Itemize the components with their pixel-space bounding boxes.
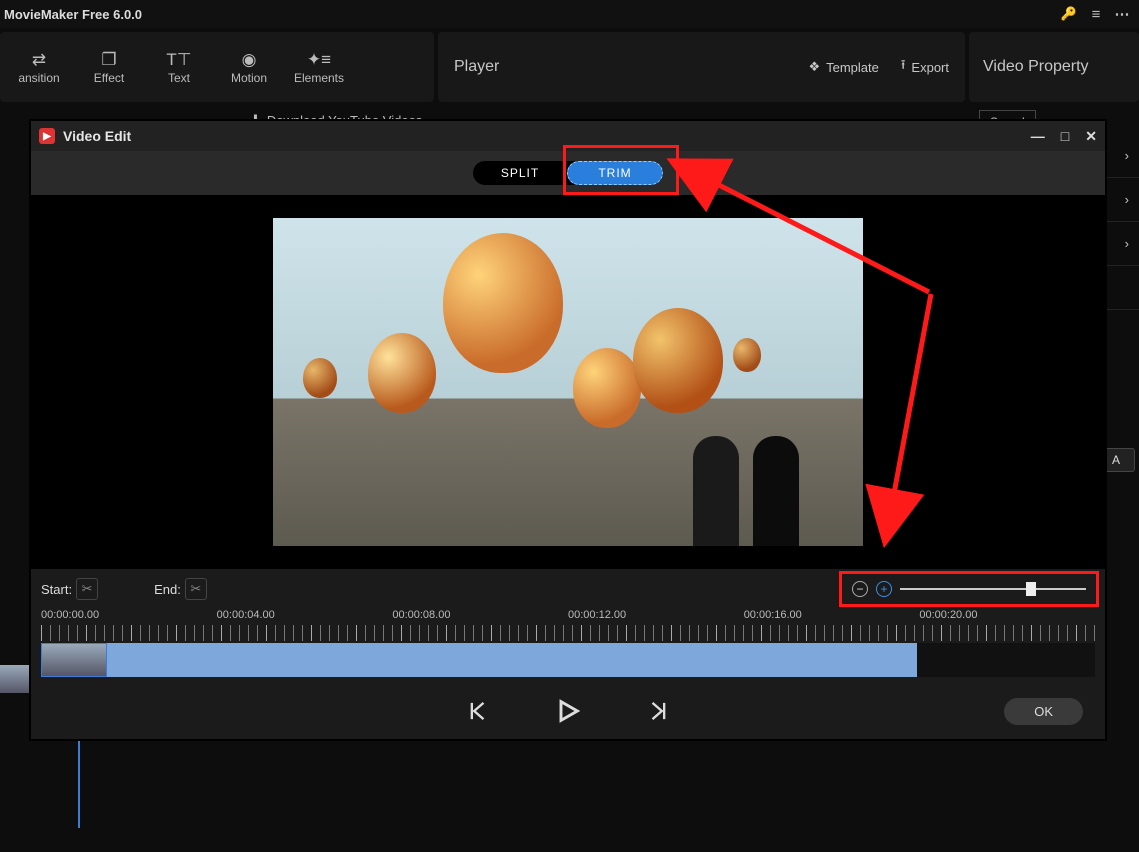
ok-button[interactable]: OK	[1004, 698, 1083, 725]
zoom-control: − +	[839, 571, 1099, 607]
motion-icon: ◉	[214, 49, 284, 71]
close-icon[interactable]: ✕	[1085, 128, 1097, 145]
preview-frame	[273, 218, 863, 546]
elements-button[interactable]: ✦≡ Elements	[284, 49, 354, 85]
clip-thumbnail[interactable]	[41, 643, 107, 677]
hamburger-menu-icon[interactable]: ≡	[1087, 6, 1105, 23]
clip-duration-bar[interactable]	[107, 643, 917, 677]
play-button[interactable]	[554, 697, 582, 725]
step-forward-button[interactable]	[642, 697, 670, 725]
timeline-ruler[interactable]	[41, 625, 1095, 641]
app-title-bar: MovieMaker Free 6.0.0 🔑 ≡ ⋯	[0, 0, 1139, 28]
playback-controls: OK	[31, 683, 1105, 739]
zoom-in-button[interactable]: +	[876, 581, 892, 597]
elements-icon: ✦≡	[284, 49, 354, 71]
modal-title: Video Edit	[63, 128, 131, 144]
mode-tab-bar: SPLIT TRIM	[31, 151, 1105, 195]
motion-button[interactable]: ◉ Motion	[214, 49, 284, 85]
trim-controls-row: Start: ✂ End: ✂ − +	[31, 569, 1105, 609]
step-back-button[interactable]	[466, 697, 494, 725]
video-preview	[31, 195, 1105, 569]
template-icon: ❖	[808, 59, 820, 75]
clip-track[interactable]	[41, 643, 1095, 677]
zoom-out-button[interactable]: −	[852, 581, 868, 597]
app-icon: ▶	[39, 128, 55, 144]
video-property-panel: Video Property	[969, 32, 1139, 102]
tools-panel: ⇄ ansition ❐ Effect T⊤ Text ◉ Motion ✦≡ …	[0, 32, 434, 102]
timecode-labels: 00:00:00.00 00:00:04.00 00:00:08.00 00:0…	[41, 609, 1095, 621]
zoom-slider-thumb[interactable]	[1026, 582, 1036, 596]
start-cut-button[interactable]: ✂	[76, 578, 98, 600]
effect-icon: ❐	[74, 49, 144, 71]
player-label: Player	[454, 58, 499, 76]
video-edit-modal: ▶ Video Edit — □ ✕ SPLIT TRIM Start: ✂ E…	[30, 120, 1106, 740]
transition-button[interactable]: ⇄ ansition	[4, 49, 74, 85]
license-key-icon[interactable]: 🔑	[1061, 6, 1077, 22]
text-button[interactable]: T⊤ Text	[144, 49, 214, 85]
minimize-icon[interactable]: —	[1031, 128, 1045, 145]
more-icon[interactable]: ⋯	[1113, 5, 1131, 23]
modal-title-bar: ▶ Video Edit — □ ✕	[31, 121, 1105, 151]
trim-tab[interactable]: TRIM	[567, 161, 663, 185]
zoom-slider[interactable]	[900, 588, 1086, 590]
text-icon: T⊤	[144, 49, 214, 71]
end-label: End:	[154, 582, 181, 597]
end-cut-button[interactable]: ✂	[185, 578, 207, 600]
video-property-label: Video Property	[983, 58, 1089, 76]
maximize-icon[interactable]: □	[1061, 128, 1069, 145]
split-tab[interactable]: SPLIT	[473, 161, 567, 185]
player-panel: Player ❖ Template ⭱ Export	[438, 32, 965, 102]
app-title: MovieMaker Free 6.0.0	[4, 7, 142, 22]
export-icon: ⭱	[901, 56, 906, 78]
effect-button[interactable]: ❐ Effect	[74, 49, 144, 85]
export-button[interactable]: ⭱ Export	[901, 56, 949, 78]
transition-icon: ⇄	[4, 49, 74, 71]
modal-timeline: 00:00:00.00 00:00:04.00 00:00:08.00 00:0…	[31, 609, 1105, 683]
start-label: Start:	[41, 582, 72, 597]
top-toolbar: ⇄ ansition ❐ Effect T⊤ Text ◉ Motion ✦≡ …	[0, 32, 1139, 102]
template-button[interactable]: ❖ Template	[808, 59, 878, 75]
